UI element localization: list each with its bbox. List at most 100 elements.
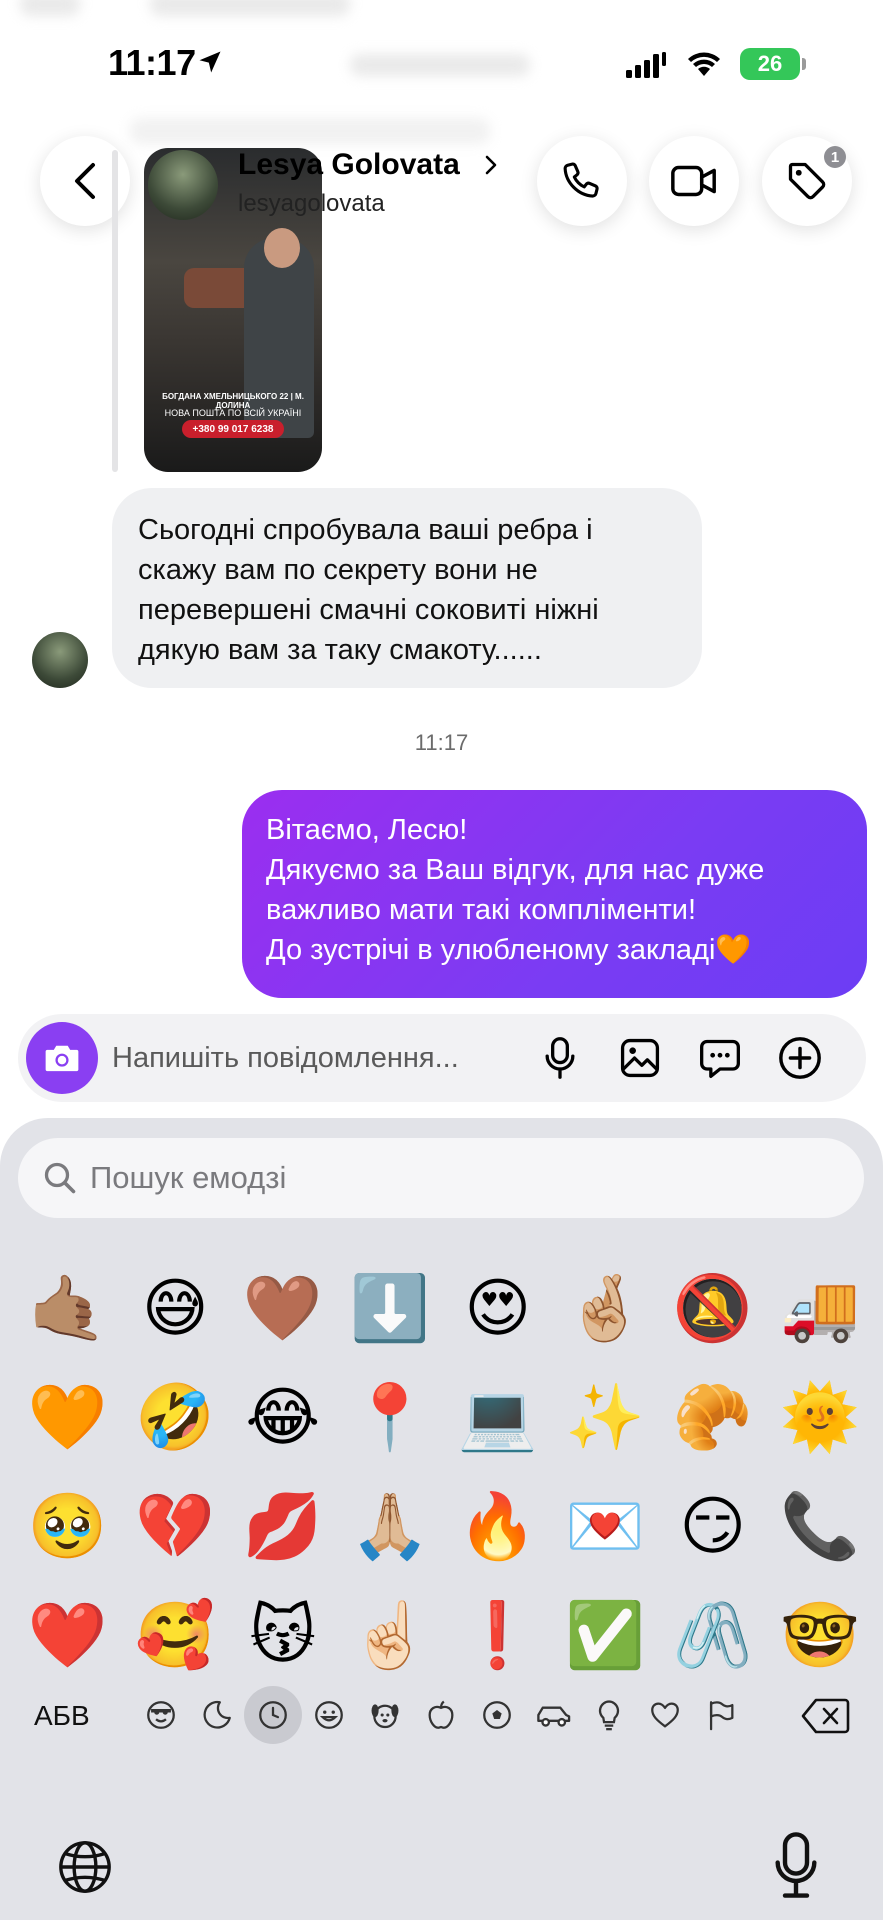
battery-indicator: 26 bbox=[740, 48, 800, 80]
emoji-key[interactable]: ⬇️ bbox=[337, 1254, 445, 1363]
category-smileys[interactable] bbox=[300, 1686, 358, 1744]
chat-bubble-icon bbox=[700, 1039, 740, 1078]
message-input[interactable] bbox=[112, 1038, 532, 1078]
emoji-key[interactable]: 🤞🏼 bbox=[552, 1254, 660, 1363]
category-activity[interactable] bbox=[468, 1686, 526, 1744]
emoji-key[interactable]: 🖇️ bbox=[659, 1581, 767, 1690]
emoji-key[interactable]: 🔕 bbox=[659, 1254, 767, 1363]
emoji-key[interactable]: 🤎 bbox=[229, 1254, 337, 1363]
emoji-key[interactable]: 📍 bbox=[337, 1363, 445, 1472]
battery-nub bbox=[802, 58, 806, 70]
emoji-key[interactable]: 📞 bbox=[767, 1472, 875, 1581]
category-animals[interactable] bbox=[356, 1686, 414, 1744]
microphone-icon bbox=[545, 1037, 575, 1079]
video-call-button[interactable] bbox=[649, 136, 739, 226]
story-delivery: НОВА ПОШТА ПО ВСІЙ УКРАЇНІ bbox=[164, 408, 302, 418]
emoji-key[interactable]: 💔 bbox=[122, 1472, 230, 1581]
category-symbols[interactable] bbox=[636, 1686, 694, 1744]
chevron-left-icon bbox=[75, 163, 95, 199]
heart-icon bbox=[651, 1702, 679, 1728]
emoji-key[interactable]: 🥰 bbox=[122, 1581, 230, 1690]
category-travel[interactable] bbox=[524, 1686, 582, 1744]
category-flags[interactable] bbox=[692, 1686, 750, 1744]
tag-icon bbox=[788, 162, 826, 200]
voice-message-button[interactable] bbox=[536, 1034, 584, 1082]
emoji-key[interactable]: 🧡 bbox=[14, 1363, 122, 1472]
outgoing-message[interactable]: Вітаємо, Лесю! Дякуємо за Ваш відгук, дл… bbox=[242, 790, 867, 998]
emoji-key[interactable]: 🤙🏽 bbox=[14, 1254, 122, 1363]
phone-icon bbox=[563, 162, 599, 198]
status-time: 11:17 bbox=[108, 42, 196, 83]
emoji-search-input[interactable] bbox=[90, 1158, 790, 1198]
backspace-icon[interactable] bbox=[800, 1696, 850, 1736]
battery-level: 26 bbox=[757, 51, 783, 76]
emoji-key[interactable]: 🙏🏼 bbox=[337, 1472, 445, 1581]
emoji-key[interactable]: 🤣 bbox=[122, 1363, 230, 1472]
emoji-key[interactable]: 🥹 bbox=[14, 1472, 122, 1581]
emoji-key[interactable]: 💻 bbox=[444, 1363, 552, 1472]
gallery-button[interactable] bbox=[616, 1034, 664, 1082]
message-composer bbox=[18, 1014, 866, 1102]
emoji-key[interactable]: ✨ bbox=[552, 1363, 660, 1472]
labels-button[interactable]: 1 bbox=[762, 136, 852, 226]
emoji-key[interactable]: ❗ bbox=[444, 1581, 552, 1690]
soccer-ball-icon bbox=[483, 1701, 511, 1729]
emoji-key[interactable]: 🔥 bbox=[444, 1472, 552, 1581]
image-icon bbox=[620, 1038, 660, 1078]
reply-indicator-line bbox=[112, 150, 118, 472]
emoji-key[interactable]: 🚚 bbox=[767, 1254, 875, 1363]
camera-button[interactable] bbox=[26, 1022, 98, 1094]
camera-icon bbox=[45, 1045, 79, 1072]
more-actions-button[interactable] bbox=[776, 1034, 824, 1082]
dog-icon bbox=[371, 1704, 399, 1729]
dictation-microphone-icon[interactable] bbox=[774, 1830, 818, 1900]
emoji-key[interactable]: 😂 bbox=[229, 1363, 337, 1472]
incoming-message[interactable]: Сьогодні спробувала ваші ребра і скажу в… bbox=[112, 488, 702, 688]
emoji-key[interactable]: ❤️ bbox=[14, 1581, 122, 1690]
contact-username: lesyagolovata bbox=[238, 190, 385, 217]
search-icon bbox=[44, 1162, 76, 1194]
contact-avatar[interactable] bbox=[148, 150, 218, 220]
sender-avatar[interactable] bbox=[32, 632, 88, 688]
video-camera-icon bbox=[671, 165, 716, 197]
apple-icon bbox=[428, 1700, 454, 1729]
abc-key[interactable]: АБВ bbox=[34, 1700, 90, 1732]
emoji-grid: 🤙🏽 😅 🤎 ⬇️ 😍 🤞🏼 🔕 🚚 🧡 🤣 😂 📍 💻 ✨ 🥐 🌞 🥹 💔 💋 🙏🏼 🔥 💌 😏 📞 ❤️ 🥰 😽 ☝🏻 ❗ ✅ 🖇️ 🤓 bbox=[14, 1254, 874, 1690]
emoji-key[interactable]: ☝🏻 bbox=[337, 1581, 445, 1690]
clock-icon bbox=[259, 1701, 287, 1729]
sticker-button[interactable] bbox=[696, 1034, 744, 1082]
smiley-icon bbox=[315, 1701, 343, 1729]
car-icon bbox=[537, 1706, 571, 1727]
emoji-key[interactable]: 🤓 bbox=[767, 1581, 875, 1690]
emoji-key[interactable]: 🥐 bbox=[659, 1363, 767, 1472]
voice-call-button[interactable] bbox=[537, 136, 627, 226]
category-objects[interactable] bbox=[580, 1686, 638, 1744]
category-food[interactable] bbox=[412, 1686, 470, 1744]
emoji-key[interactable]: 💋 bbox=[229, 1472, 337, 1581]
lightbulb-icon bbox=[598, 1700, 620, 1731]
memoji-icon bbox=[147, 1701, 175, 1729]
category-recent[interactable] bbox=[244, 1686, 302, 1744]
emoji-key[interactable]: 😍 bbox=[444, 1254, 552, 1363]
contact-name[interactable]: Lesya Golovata bbox=[238, 148, 460, 182]
plus-circle-icon bbox=[779, 1037, 821, 1079]
emoji-category-bar bbox=[132, 1684, 752, 1748]
emoji-keyboard: 🤙🏽😅🤎⬇️😍🤞🏼🔕🚚🧡🤣😂📍💻✨🥐🌞🥹💔💋🙏🏼🔥💌😏📞❤️🥰😽☝🏻❗✅🖇️🤓 … bbox=[0, 1118, 883, 1920]
cellular-signal-icon bbox=[626, 52, 666, 78]
status-bar: 11:17 26 bbox=[0, 0, 883, 120]
emoji-key[interactable]: 💌 bbox=[552, 1472, 660, 1581]
globe-icon[interactable] bbox=[56, 1838, 114, 1896]
wifi-icon bbox=[688, 52, 720, 76]
category-stickers[interactable] bbox=[188, 1686, 246, 1744]
emoji-key[interactable]: 🌞 bbox=[767, 1363, 875, 1472]
emoji-key[interactable]: 😏 bbox=[659, 1472, 767, 1581]
emoji-key[interactable]: 😅 bbox=[122, 1254, 230, 1363]
emoji-key[interactable]: ✅ bbox=[552, 1581, 660, 1690]
message-timestamp: 11:17 bbox=[414, 730, 469, 755]
category-memoji[interactable] bbox=[132, 1686, 190, 1744]
emoji-key[interactable]: 😽 bbox=[229, 1581, 337, 1690]
emoji-search-bar[interactable] bbox=[18, 1138, 864, 1218]
story-phone: +380 99 017 6238 bbox=[182, 420, 284, 438]
chevron-right-icon[interactable] bbox=[484, 154, 498, 176]
story-chef-head bbox=[264, 228, 300, 268]
